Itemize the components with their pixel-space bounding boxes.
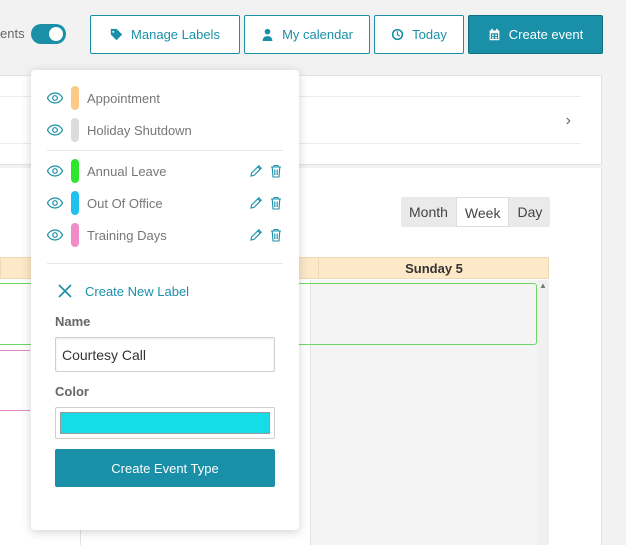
label-name: Training Days — [87, 227, 167, 243]
label-name: Appointment — [87, 90, 160, 106]
eye-icon[interactable] — [47, 229, 63, 241]
view-switch: Month Week Day — [401, 197, 551, 227]
manage-labels-button[interactable]: Manage Labels — [90, 15, 240, 54]
manage-labels-popover: Appointment Holiday Shutdown Annual Leav… — [31, 70, 299, 530]
user-icon — [262, 28, 273, 41]
label-color-swatch — [71, 159, 79, 183]
label-name: Annual Leave — [87, 163, 167, 179]
eye-icon[interactable] — [47, 165, 63, 177]
events-toggle-label: ents — [0, 26, 25, 41]
toggle-knob — [49, 27, 63, 41]
label-color-swatch — [71, 86, 79, 110]
view-week-button[interactable]: Week — [455, 197, 510, 227]
pencil-icon[interactable] — [249, 196, 263, 210]
color-preview — [60, 412, 270, 434]
color-field-title: Color — [55, 384, 89, 399]
events-toggle[interactable] — [31, 24, 66, 44]
label-row-holiday-shutdown: Holiday Shutdown — [47, 118, 283, 142]
label-row-training-days: Training Days — [47, 223, 283, 247]
scroll-up-arrow-icon[interactable]: ▲ — [539, 281, 547, 290]
popover-divider — [47, 263, 283, 264]
event-marker — [0, 410, 30, 411]
manage-labels-label: Manage Labels — [131, 27, 220, 42]
color-picker[interactable] — [55, 407, 275, 439]
chevron-right-icon[interactable]: › — [566, 112, 571, 130]
view-day-button[interactable]: Day — [509, 197, 550, 227]
day-header: Sunday 5 — [405, 261, 463, 276]
today-button[interactable]: Today — [374, 15, 464, 54]
pencil-icon[interactable] — [249, 228, 263, 242]
create-event-button[interactable]: Create event — [468, 15, 603, 54]
name-field-title: Name — [55, 314, 91, 329]
create-new-label-toggle[interactable]: Create New Label — [57, 283, 189, 299]
create-event-type-button[interactable]: Create Event Type — [55, 449, 275, 487]
label-color-swatch — [71, 118, 79, 142]
event-marker — [0, 350, 30, 351]
create-new-label-text: Create New Label — [85, 283, 190, 299]
pencil-icon[interactable] — [249, 164, 263, 178]
close-icon[interactable] — [57, 283, 73, 299]
clock-icon — [391, 28, 404, 41]
today-label: Today — [412, 27, 447, 42]
popover-divider — [47, 150, 283, 151]
eye-icon[interactable] — [47, 92, 63, 104]
trash-icon[interactable] — [269, 164, 283, 178]
label-color-swatch — [71, 191, 79, 215]
calendar-scrollbar[interactable] — [538, 280, 549, 545]
tag-icon — [110, 28, 123, 41]
view-month-button[interactable]: Month — [401, 197, 456, 227]
label-name: Out Of Office — [87, 195, 163, 211]
trash-icon[interactable] — [269, 196, 283, 210]
top-toolbar: ents Manage Labels My calendar Today Cre… — [0, 0, 626, 70]
my-calendar-button[interactable]: My calendar — [244, 15, 370, 54]
eye-icon[interactable] — [47, 124, 63, 136]
label-row-appointment: Appointment — [47, 86, 283, 110]
label-name-input[interactable] — [55, 337, 275, 372]
calendar-icon — [489, 28, 500, 41]
label-color-swatch — [71, 223, 79, 247]
trash-icon[interactable] — [269, 228, 283, 242]
label-row-out-of-office: Out Of Office — [47, 191, 283, 215]
eye-icon[interactable] — [47, 197, 63, 209]
label-name: Holiday Shutdown — [87, 122, 192, 138]
create-event-label: Create event — [508, 27, 584, 42]
label-row-annual-leave: Annual Leave — [47, 159, 283, 183]
my-calendar-label: My calendar — [282, 27, 353, 42]
